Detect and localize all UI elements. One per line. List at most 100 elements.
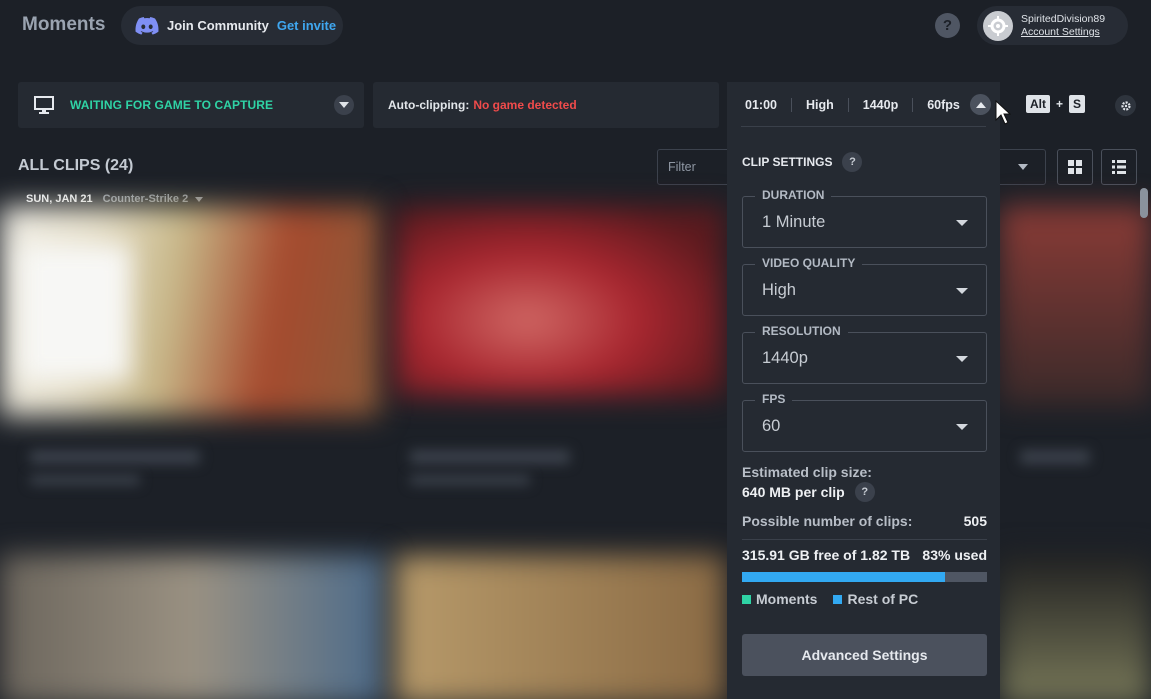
chevron-down-icon xyxy=(1017,164,1028,170)
clip-settings-popup: 01:00 High 1440p 60fps CLIP SETTINGS ? D… xyxy=(727,82,1000,699)
possible-clips-label: Possible number of clips: xyxy=(742,513,913,529)
video-quality-label: VIDEO QUALITY xyxy=(755,256,863,270)
autoclip-label: Auto-clipping: xyxy=(388,98,470,112)
all-clips-heading: ALL CLIPS (24) xyxy=(18,157,134,174)
gear-icon xyxy=(1120,100,1131,111)
account-settings-link[interactable]: Account Settings xyxy=(1021,26,1105,39)
possible-clips-row: Possible number of clips: 505 xyxy=(742,513,987,529)
legend-rest-of-pc-label: Rest of PC xyxy=(847,591,919,607)
chevron-up-icon xyxy=(975,101,986,108)
separator xyxy=(847,97,849,112)
join-community-label: Join Community xyxy=(167,18,269,33)
storage-legend: Moments Rest of PC xyxy=(742,591,934,607)
capture-status-text: WAITING FOR GAME TO CAPTURE xyxy=(70,98,274,112)
hotkey-s: S xyxy=(1069,95,1086,113)
clip-thumbnail[interactable] xyxy=(0,555,385,699)
scrollbar[interactable] xyxy=(1140,188,1148,218)
monitor-icon xyxy=(34,96,54,114)
fps-value: 60 xyxy=(762,417,781,435)
divider xyxy=(742,539,987,540)
separator xyxy=(790,97,792,112)
clip-meta-placeholder xyxy=(30,475,140,485)
clip-date-group: SUN, JAN 21 Counter-Strike 2 xyxy=(26,193,204,205)
legend-moments: Moments xyxy=(742,591,817,607)
duration-value: 1 Minute xyxy=(762,213,826,231)
grid-view-button[interactable] xyxy=(1057,149,1093,185)
storage-free: 315.91 GB free of 1.82 TB xyxy=(742,547,911,563)
list-icon xyxy=(1112,160,1126,174)
storage-used: 83% used xyxy=(922,547,987,563)
help-button[interactable]: ? xyxy=(935,13,960,38)
estimated-size-help-icon[interactable]: ? xyxy=(854,482,875,502)
filter-input[interactable]: Filter xyxy=(657,149,737,185)
hotkey-alt: Alt xyxy=(1026,95,1050,113)
chevron-down-icon xyxy=(339,102,349,108)
clip-settings-heading: CLIP SETTINGS ? xyxy=(742,152,863,172)
settings-button[interactable] xyxy=(1115,95,1136,116)
clip-thumbnail-highlight xyxy=(20,245,130,380)
account-username: SpiritedDivision89 xyxy=(1021,12,1106,25)
autoclip-value: No game detected xyxy=(473,98,577,112)
storage-row: 315.91 GB free of 1.82 TB 83% used xyxy=(742,547,987,563)
mouse-cursor-icon xyxy=(995,100,1011,125)
capture-dropdown-button[interactable] xyxy=(334,95,354,115)
clip-thumbnail[interactable] xyxy=(395,555,725,699)
chevron-down-icon xyxy=(956,288,968,294)
chevron-down-icon xyxy=(956,424,968,430)
estimated-size: 640 MB per clip ? xyxy=(742,482,875,502)
join-community-button[interactable]: Join Community Get invite xyxy=(121,6,343,45)
summary-duration: 01:00 xyxy=(745,97,777,112)
autoclip-status: Auto-clipping: No game detected xyxy=(373,82,719,128)
list-view-button[interactable] xyxy=(1101,149,1137,185)
avatar xyxy=(983,10,1013,41)
chevron-down-icon xyxy=(956,356,968,362)
summary-quality: High xyxy=(805,97,834,112)
storage-bar-fill xyxy=(742,572,946,582)
sort-dropdown[interactable] xyxy=(1000,149,1046,185)
summary-resolution: 1440p xyxy=(862,97,899,112)
clip-date: SUN, JAN 21 xyxy=(26,193,93,205)
resolution-select[interactable]: RESOLUTION 1440p xyxy=(742,324,987,384)
possible-clips-value: 505 xyxy=(963,513,987,529)
fps-select[interactable]: FPS 60 xyxy=(742,392,987,452)
rest-of-pc-swatch xyxy=(833,594,843,604)
game-filter-dropdown[interactable]: Counter-Strike 2 xyxy=(103,193,204,205)
clip-meta-placeholder xyxy=(410,475,530,485)
video-quality-value: High xyxy=(762,281,796,299)
discord-icon xyxy=(135,16,159,35)
capture-status-bar[interactable]: WAITING FOR GAME TO CAPTURE xyxy=(18,82,364,128)
clip-thumbnail[interactable] xyxy=(395,206,725,396)
grid-icon xyxy=(1068,160,1082,174)
divider xyxy=(741,126,986,127)
clip-settings-help-icon[interactable]: ? xyxy=(842,152,863,172)
moments-swatch xyxy=(742,594,751,604)
hotkey-plus: + xyxy=(1056,97,1064,111)
duration-select[interactable]: DURATION 1 Minute xyxy=(742,188,987,248)
chevron-down-icon xyxy=(956,220,968,226)
clip-meta-placeholder xyxy=(1020,450,1090,464)
clip-hotkey: Alt + S xyxy=(1026,95,1086,113)
storage-bar xyxy=(742,572,987,582)
advanced-settings-button[interactable]: Advanced Settings xyxy=(742,634,987,676)
page-title: Moments xyxy=(22,14,106,35)
clip-thumbnail[interactable] xyxy=(1000,555,1151,699)
steelseries-logo-icon xyxy=(988,15,1008,36)
estimated-size-value: 640 MB per clip xyxy=(742,484,845,500)
duration-label: DURATION xyxy=(755,188,832,202)
chevron-down-icon xyxy=(195,197,204,202)
get-invite-link[interactable]: Get invite xyxy=(277,18,336,33)
clip-settings-summary[interactable]: 01:00 High 1440p 60fps xyxy=(727,82,1000,127)
fps-label: FPS xyxy=(755,392,793,406)
video-quality-select[interactable]: VIDEO QUALITY High xyxy=(742,256,987,316)
separator xyxy=(912,97,914,112)
account-menu[interactable]: SpiritedDivision89 Account Settings xyxy=(977,6,1128,45)
clip-settings-title: CLIP SETTINGS xyxy=(742,155,833,169)
game-name: Counter-Strike 2 xyxy=(102,193,189,205)
resolution-label: RESOLUTION xyxy=(755,324,848,338)
summary-fps: 60fps xyxy=(927,97,960,112)
clip-thumbnail[interactable] xyxy=(1000,206,1151,406)
clip-meta-placeholder xyxy=(410,450,570,464)
collapse-settings-button[interactable] xyxy=(970,94,991,115)
legend-moments-label: Moments xyxy=(756,591,818,607)
legend-rest-of-pc: Rest of PC xyxy=(833,591,918,607)
